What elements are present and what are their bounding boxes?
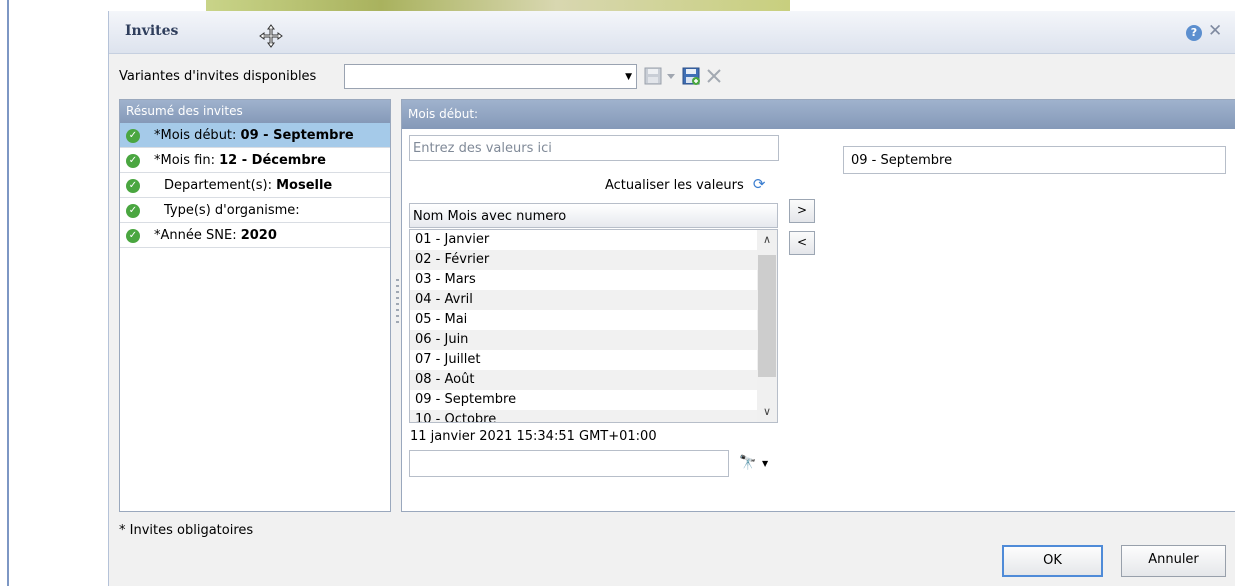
check-icon: ✓ xyxy=(126,229,140,243)
close-icon[interactable]: ✕ xyxy=(1208,21,1222,41)
refresh-values-link[interactable]: Actualiser les valeurs ⟳ xyxy=(605,175,765,193)
summary-item-annee-sne[interactable]: ✓ *Année SNE: 2020 xyxy=(120,223,390,248)
refresh-label: Actualiser les valeurs xyxy=(605,178,744,193)
selected-values-list[interactable]: 09 - Septembre xyxy=(843,146,1226,174)
save-as-icon[interactable] xyxy=(682,67,700,85)
list-item[interactable]: 08 - Août xyxy=(410,370,777,390)
check-icon: ✓ xyxy=(126,179,140,193)
binoculars-search-icon[interactable]: 🔭 xyxy=(739,455,756,471)
list-item[interactable]: 03 - Mars xyxy=(410,270,777,290)
chevron-up-icon[interactable]: ∧ xyxy=(757,230,777,250)
summary-item-text: Departement(s): Moselle xyxy=(164,178,333,193)
help-icon[interactable]: ? xyxy=(1186,25,1202,41)
list-item[interactable]: 09 - Septembre xyxy=(410,390,777,410)
panel-splitter-handle[interactable] xyxy=(396,279,399,327)
invites-dialog: Invites ? ✕ Variantes d'invites disponib… xyxy=(108,11,1235,586)
refresh-icon[interactable]: ⟳ xyxy=(753,175,766,193)
check-icon: ✓ xyxy=(126,129,140,143)
delete-icon[interactable] xyxy=(705,67,723,85)
dialog-titlebar[interactable]: Invites ? ✕ xyxy=(109,11,1235,54)
variants-label: Variantes d'invites disponibles xyxy=(119,69,317,84)
remove-value-button[interactable]: < xyxy=(789,231,815,255)
summary-panel: Résumé des invites ✓ *Mois début: 09 - S… xyxy=(119,99,391,512)
list-item[interactable]: 05 - Mai xyxy=(410,310,777,330)
save-icon[interactable] xyxy=(644,67,662,85)
filter-input[interactable]: Entrez des valeurs ici xyxy=(409,135,779,161)
check-icon: ✓ xyxy=(126,154,140,168)
summary-item-text: Type(s) d'organisme: xyxy=(164,203,300,218)
months-list[interactable]: 01 - Janvier 02 - Février 03 - Mars 04 -… xyxy=(409,229,778,423)
search-input[interactable] xyxy=(409,450,729,477)
summary-item-text: *Année SNE: 2020 xyxy=(154,228,277,243)
chevron-down-icon[interactable]: ∨ xyxy=(757,402,777,422)
summary-item-type-organisme[interactable]: ✓ Type(s) d'organisme: xyxy=(120,198,390,223)
required-note: * Invites obligatoires xyxy=(119,523,254,538)
cancel-button[interactable]: Annuler xyxy=(1121,545,1226,577)
list-item[interactable]: 04 - Avril xyxy=(410,290,777,310)
list-item[interactable]: 07 - Juillet xyxy=(410,350,777,370)
chevron-down-icon[interactable]: ▼ xyxy=(625,72,632,82)
background-window-strip xyxy=(206,0,790,11)
summary-item-text: *Mois fin: 12 - Décembre xyxy=(154,153,326,168)
list-item[interactable]: 06 - Juin xyxy=(410,330,777,350)
detail-panel: Mois début: Entrez des valeurs ici Actua… xyxy=(401,99,1235,512)
summary-item-mois-debut[interactable]: ✓ *Mois début: 09 - Septembre xyxy=(120,123,390,148)
variants-select[interactable]: ▼ xyxy=(344,64,637,89)
scrollbar-thumb[interactable] xyxy=(758,255,776,377)
summary-item-text: *Mois début: 09 - Septembre xyxy=(154,128,354,143)
detail-header: Mois début: xyxy=(402,100,1235,129)
list-item[interactable]: 02 - Février xyxy=(410,250,777,270)
add-value-button[interactable]: > xyxy=(789,199,815,223)
search-options-dropdown-icon[interactable]: ▼ xyxy=(762,459,768,468)
dialog-title: Invites xyxy=(125,23,179,39)
list-column-header[interactable]: Nom Mois avec numero xyxy=(409,203,778,228)
ok-button[interactable]: OK xyxy=(1002,545,1103,577)
list-item[interactable]: 01 - Janvier xyxy=(410,230,777,250)
refresh-timestamp: 11 janvier 2021 15:34:51 GMT+01:00 xyxy=(410,429,657,444)
summary-item-departements[interactable]: ✓ Departement(s): Moselle xyxy=(120,173,390,198)
save-dropdown-icon[interactable] xyxy=(667,74,675,80)
left-border-rule xyxy=(7,0,9,586)
list-item[interactable]: 10 - Octobre xyxy=(410,410,777,422)
move-icon[interactable] xyxy=(259,24,283,48)
list-scrollbar[interactable]: ∧ ∨ xyxy=(757,230,777,422)
check-icon: ✓ xyxy=(126,204,140,218)
summary-header: Résumé des invites xyxy=(120,100,390,123)
summary-item-mois-fin[interactable]: ✓ *Mois fin: 12 - Décembre xyxy=(120,148,390,173)
